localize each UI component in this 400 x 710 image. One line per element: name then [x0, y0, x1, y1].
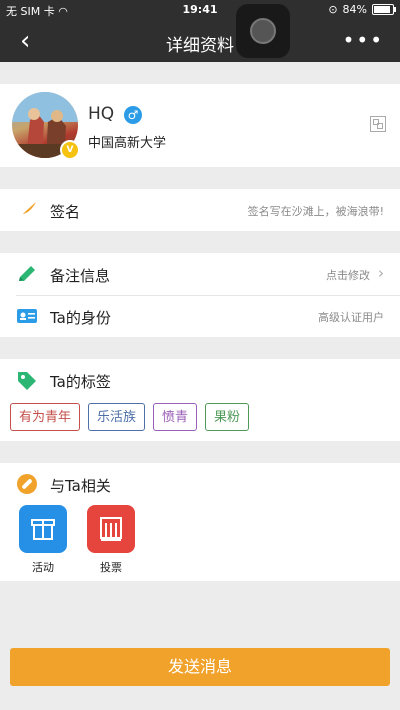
more-icon[interactable]: •••: [343, 28, 384, 52]
verified-badge: V: [60, 140, 80, 160]
school-name: 中国高新大学: [88, 136, 167, 151]
page-title: 详细资料: [166, 36, 234, 56]
status-right: ⊙ 84%: [328, 3, 396, 16]
remark-value: 点击修改: [326, 269, 370, 282]
tags-header: Ta的标签: [0, 359, 400, 401]
feather-icon: [17, 202, 36, 219]
tag-item[interactable]: 有为青年: [10, 403, 81, 431]
identity-label: Ta的身份: [50, 309, 111, 327]
status-bar: 无 SIM 卡 ◠ 19:41 ⊙ 84%: [0, 0, 400, 20]
signature-value: 签名写在沙滩上，被海浪带!: [247, 205, 384, 218]
tag-item[interactable]: 果粉: [205, 403, 250, 431]
vote-app[interactable]: 投票: [87, 505, 135, 575]
gift-icon[interactable]: [19, 505, 67, 553]
related-app-list: 活动 投票: [19, 505, 135, 575]
send-message-button[interactable]: 发送消息: [10, 648, 390, 686]
vote-label: 投票: [100, 561, 122, 574]
tags-label: Ta的标签: [50, 373, 111, 391]
identity-row: Ta的身份 高级认证用户: [0, 295, 400, 337]
tag-item[interactable]: 乐活族: [88, 403, 146, 431]
info-card: 备注信息 点击修改 › Ta的身份 高级认证用户: [0, 253, 400, 337]
related-label: 与Ta相关: [50, 477, 111, 495]
tag-item[interactable]: 愤青: [153, 403, 198, 431]
link-icon: [17, 474, 37, 494]
signature-card: 签名 签名写在沙滩上，被海浪带!: [0, 189, 400, 231]
activity-app[interactable]: 活动: [19, 505, 67, 575]
pencil-icon: [19, 266, 35, 281]
nav-bar: ‹ 详细资料 •••: [0, 20, 400, 62]
battery-percent: 84%: [342, 3, 367, 16]
assistive-touch-button[interactable]: [236, 4, 290, 58]
profile-card[interactable]: V: [0, 84, 400, 167]
id-card-icon: [17, 309, 37, 323]
orientation-lock-icon: ⊙: [328, 3, 338, 16]
activity-label: 活动: [32, 561, 54, 574]
tag-list: 有为青年 乐活族 愤青 果粉: [10, 403, 250, 431]
battery-icon: [372, 4, 396, 15]
nickname: HQ: [88, 104, 115, 124]
remark-label: 备注信息: [50, 267, 111, 285]
signature-row: 签名 签名写在沙滩上，被海浪带!: [0, 189, 400, 231]
related-header: 与Ta相关: [0, 463, 400, 505]
remark-row[interactable]: 备注信息 点击修改 ›: [0, 253, 400, 295]
identity-value: 高级认证用户: [318, 311, 384, 324]
chevron-right-icon: ›: [378, 264, 384, 282]
male-gender-icon: ♂: [124, 106, 142, 124]
qr-code-icon[interactable]: [370, 116, 386, 132]
tag-icon: [18, 372, 36, 390]
avatar[interactable]: V: [12, 92, 80, 160]
signature-label: 签名: [50, 203, 81, 221]
vote-icon[interactable]: [87, 505, 135, 553]
